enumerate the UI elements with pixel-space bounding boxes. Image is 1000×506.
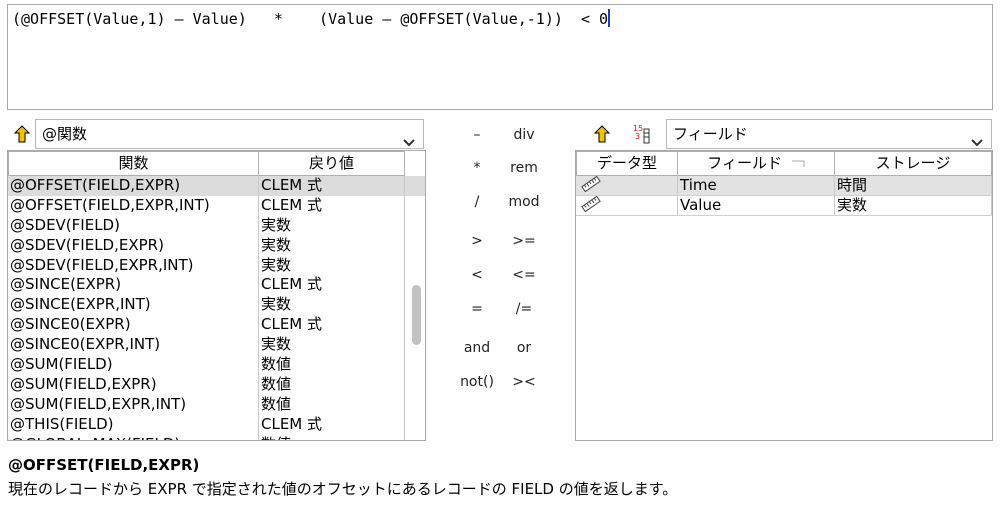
return-type-cell: 実数	[259, 235, 405, 256]
table-row[interactable]: @THIS(FIELD) CLEM 式	[8, 414, 425, 435]
table-row[interactable]: Time 時間	[576, 176, 992, 196]
ruler-icon	[580, 176, 602, 195]
function-name-cell: @GLOBAL_MAX(FIELD)	[8, 434, 259, 440]
function-name-cell: @SINCE0(EXPR,INT)	[8, 335, 259, 356]
table-row[interactable]: @SDEV(FIELD,EXPR) 実数	[8, 235, 425, 256]
table-row[interactable]: @SUM(FIELD) 数値	[8, 355, 425, 375]
ruler-icon	[580, 196, 602, 215]
function-table-body: @OFFSET(FIELD,EXPR) CLEM 式 @OFFSET(FIELD,E…	[8, 176, 425, 440]
storage-cell: 実数	[835, 196, 992, 215]
function-name-cell: @SDEV(FIELD)	[8, 215, 259, 236]
return-type-cell: 実数	[259, 215, 405, 236]
operator-button[interactable]: ><	[499, 374, 549, 390]
function-name-cell: @SUM(FIELD,EXPR,INT)	[8, 394, 259, 415]
operator-button[interactable]: /	[452, 194, 502, 210]
column-header-field-label: フィールド	[707, 154, 782, 172]
field-name-cell: Time	[678, 176, 835, 195]
expression-text: (@OFFSET(Value,1) – Value) * (Value – @O…	[12, 10, 609, 28]
svg-text:3: 3	[635, 132, 640, 141]
return-type-cell: CLEM 式	[259, 315, 405, 336]
operator-button[interactable]: >=	[499, 233, 549, 249]
function-description-title: @OFFSET(FIELD,EXPR)	[8, 456, 200, 474]
function-name-cell: @SUM(FIELD)	[8, 355, 259, 375]
operator-button[interactable]: *	[452, 160, 502, 176]
operator-button[interactable]: <=	[499, 267, 549, 283]
expression-editor[interactable]: (@OFFSET(Value,1) – Value) * (Value – @O…	[7, 4, 993, 110]
insert-arrow-icon[interactable]	[12, 124, 32, 144]
column-header-storage[interactable]: ストレージ	[835, 151, 992, 176]
table-row[interactable]: @OFFSET(FIELD,EXPR) CLEM 式	[8, 176, 425, 196]
function-name-cell: @SINCE(EXPR)	[8, 275, 259, 296]
return-type-cell: 数値	[259, 434, 405, 440]
function-name-cell: @SINCE0(EXPR)	[8, 315, 259, 336]
operator-button[interactable]: /=	[499, 301, 549, 317]
function-name-cell: @OFFSET(FIELD,EXPR)	[8, 176, 259, 196]
function-name-cell: @SDEV(FIELD,EXPR)	[8, 235, 259, 256]
column-header-function[interactable]: 関数	[8, 151, 259, 176]
storage-cell: 時間	[835, 176, 992, 195]
text-caret	[608, 9, 611, 27]
column-header-data-type[interactable]: データ型	[576, 151, 678, 176]
operator-button[interactable]: <	[452, 267, 502, 283]
return-type-cell: CLEM 式	[259, 275, 405, 296]
return-type-cell: CLEM 式	[259, 195, 405, 216]
operator-button[interactable]: –	[452, 127, 502, 143]
operator-button[interactable]: rem	[499, 160, 549, 176]
table-row[interactable]: @SDEV(FIELD) 実数	[8, 215, 425, 236]
insert-field-arrow-icon[interactable]	[592, 124, 612, 144]
operator-button[interactable]: not()	[452, 374, 502, 390]
table-row[interactable]: @SINCE0(EXPR) CLEM 式	[8, 315, 425, 336]
return-type-cell: 実数	[259, 295, 405, 316]
function-description-text: 現在のレコードから EXPR で指定された値のオフセットにあるレコードの FIE…	[8, 480, 678, 498]
table-row[interactable]: @SINCE(EXPR) CLEM 式	[8, 275, 425, 296]
table-row[interactable]: @SUM(FIELD,EXPR,INT) 数値	[8, 394, 425, 415]
operator-button[interactable]: mod	[499, 194, 549, 210]
operator-button[interactable]: >	[452, 233, 502, 249]
function-category-value: @関数	[42, 125, 88, 143]
sort-indicator-icon	[791, 152, 805, 175]
operator-button[interactable]: and	[452, 340, 502, 356]
return-type-cell: 数値	[259, 394, 405, 415]
function-name-cell: @OFFSET(FIELD,EXPR,INT)	[8, 195, 259, 216]
field-table-body: Time 時間 Value 実数	[576, 176, 992, 216]
function-name-cell: @SINCE(EXPR,INT)	[8, 295, 259, 316]
table-row[interactable]: @SDEV(FIELD,EXPR,INT) 実数	[8, 255, 425, 276]
return-type-cell: CLEM 式	[259, 176, 405, 196]
table-row[interactable]: @OFFSET(FIELD,EXPR,INT) CLEM 式	[8, 195, 425, 216]
return-type-cell: CLEM 式	[259, 414, 405, 435]
function-table[interactable]: 関数 戻り値 @OFFSET(FIELD,EXPR) CLEM 式 @OFFSET(…	[7, 150, 426, 441]
return-type-cell: 数値	[259, 374, 405, 395]
function-name-cell: @SUM(FIELD,EXPR)	[8, 374, 259, 395]
operator-button[interactable]: div	[499, 127, 549, 143]
column-header-field[interactable]: フィールド	[678, 151, 835, 176]
return-type-cell: 実数	[259, 255, 405, 276]
field-source-select[interactable]: フィールド	[666, 119, 992, 149]
return-type-cell: 実数	[259, 335, 405, 356]
table-row[interactable]: @SUM(FIELD,EXPR) 数値	[8, 374, 425, 395]
field-table[interactable]: データ型 フィールド ストレージ Time 時間 Value 実数	[575, 150, 993, 441]
data-type-cell	[576, 196, 678, 215]
function-table-header: 関数 戻り値	[8, 151, 425, 176]
operator-button[interactable]: or	[499, 340, 549, 356]
function-table-scrollbar[interactable]	[412, 285, 421, 345]
table-row[interactable]: Value 実数	[576, 196, 992, 216]
data-type-cell	[576, 176, 678, 195]
function-name-cell: @SDEV(FIELD,EXPR,INT)	[8, 255, 259, 276]
table-row[interactable]: @SINCE(EXPR,INT) 実数	[8, 295, 425, 316]
field-name-cell: Value	[678, 196, 835, 215]
function-name-cell: @THIS(FIELD)	[8, 414, 259, 435]
field-source-value: フィールド	[673, 125, 748, 143]
operator-button[interactable]: =	[452, 301, 502, 317]
table-row[interactable]: @GLOBAL_MAX(FIELD)数値	[8, 434, 425, 440]
sort-order-icon[interactable]: 1 5 3	[631, 123, 653, 149]
return-type-cell: 数値	[259, 355, 405, 375]
table-row[interactable]: @SINCE0(EXPR,INT) 実数	[8, 335, 425, 356]
column-header-return[interactable]: 戻り値	[259, 151, 405, 176]
function-category-select[interactable]: @関数	[35, 119, 424, 149]
field-table-header: データ型 フィールド ストレージ	[576, 151, 992, 176]
